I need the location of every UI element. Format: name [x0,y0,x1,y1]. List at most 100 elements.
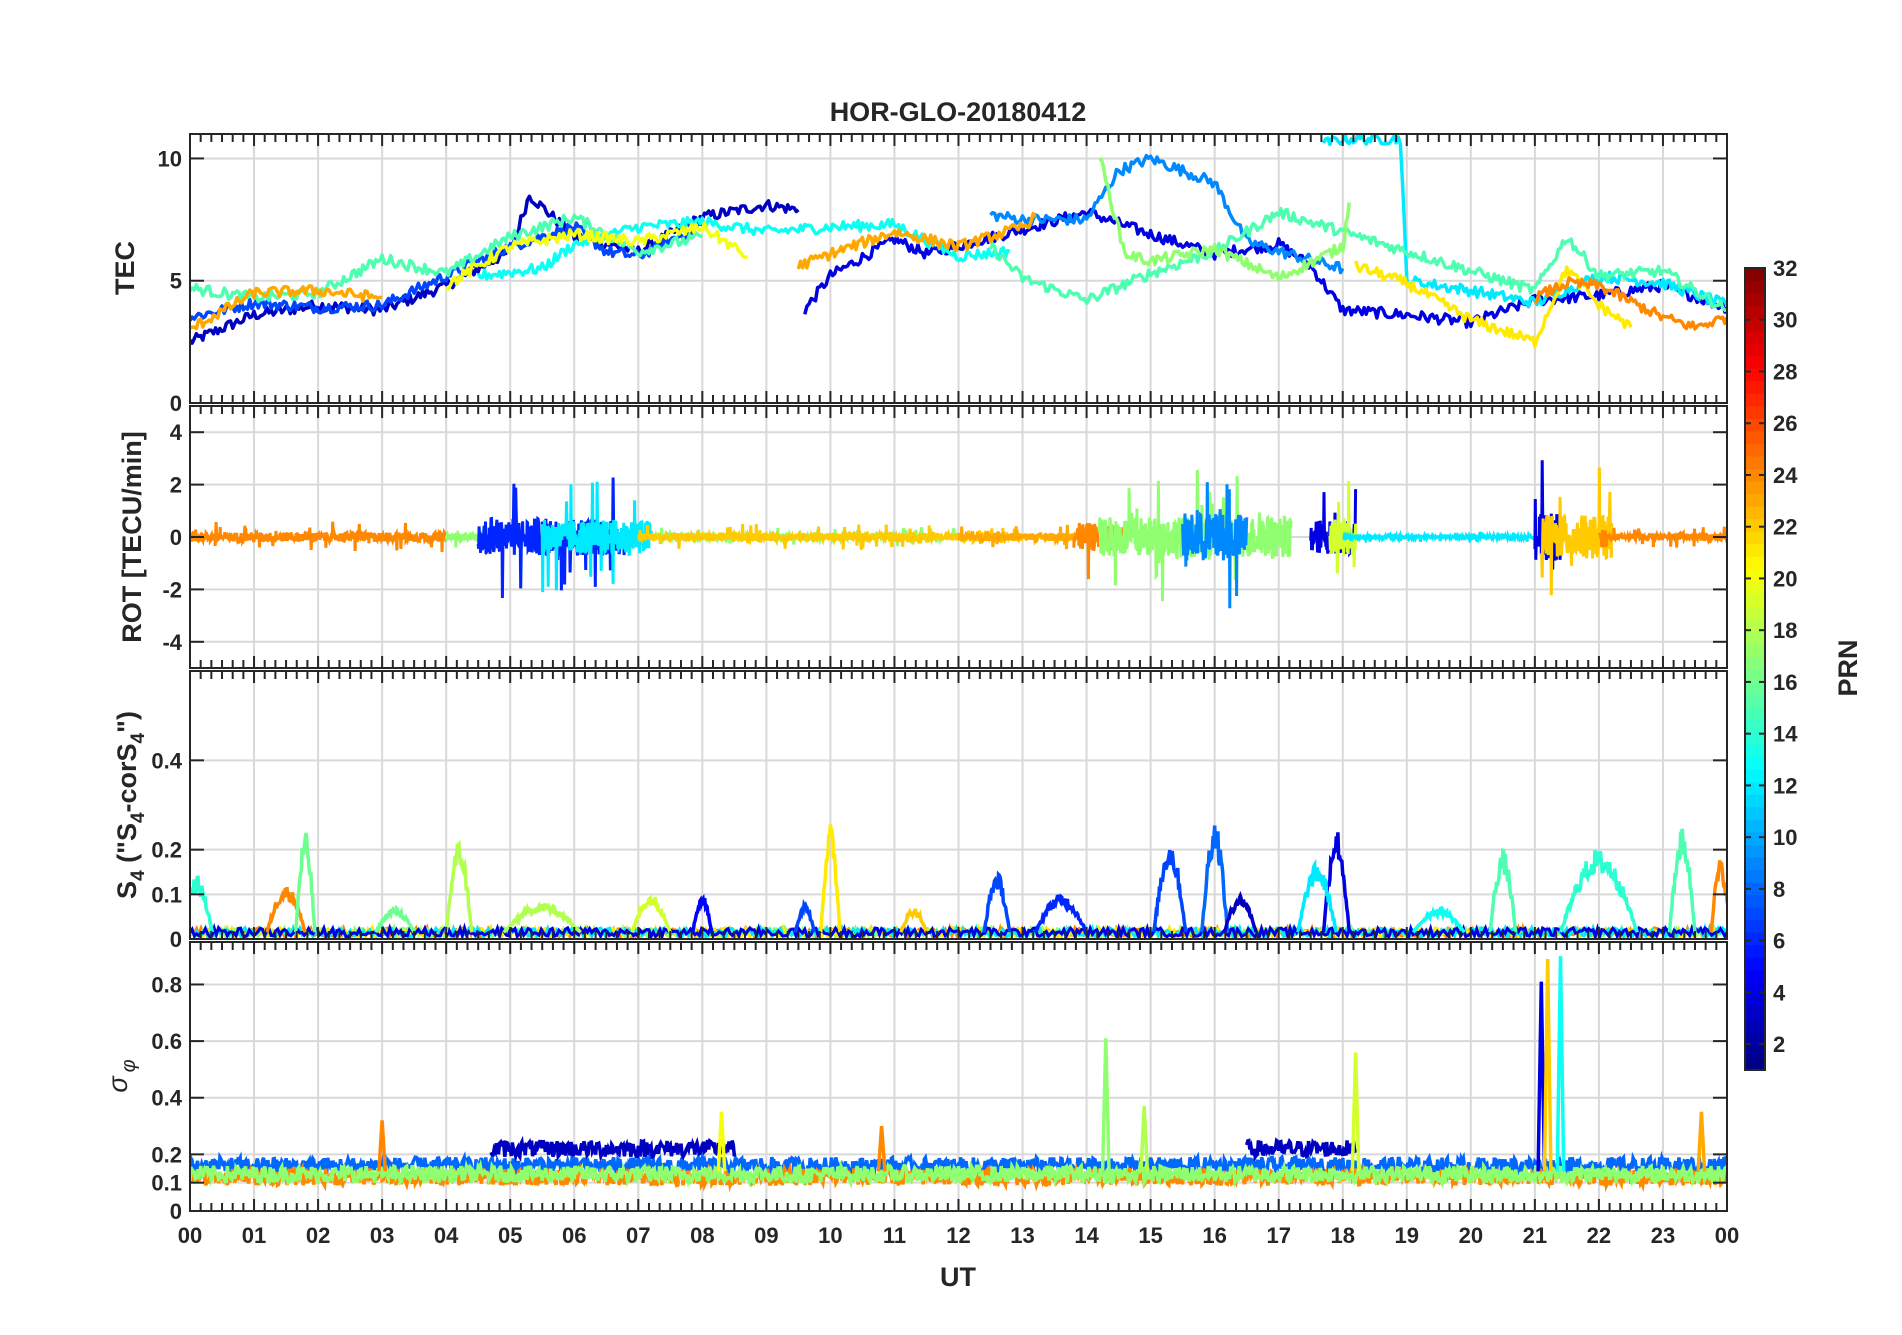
colorbar-band [1745,268,1765,282]
colorbar-tick-label: 30 [1773,308,1797,333]
colorbar-band [1745,831,1765,845]
colorbar-band [1745,907,1765,921]
colorbar-band [1745,706,1765,720]
colorbar-tick-label: 10 [1773,825,1797,850]
x-tick-label: 03 [370,1223,394,1248]
sigma-phi-subscript: φ [118,1059,140,1072]
x-tick-label: 20 [1459,1223,1483,1248]
colorbar-band [1745,944,1765,958]
x-tick-label: 08 [690,1223,714,1248]
colorbar-band [1745,919,1765,933]
s4-label-close: ") [112,711,142,733]
colorbar-band [1745,455,1765,469]
colorbar-tick-label: 4 [1773,980,1786,1005]
colorbar-tick-label: 16 [1773,670,1797,695]
colorbar-band [1745,631,1765,645]
colorbar-band [1745,794,1765,808]
s4-y-tick-label: 0 [170,927,182,952]
colorbar-title: PRN [1833,639,1863,696]
colorbar-band [1745,518,1765,532]
x-tick-label: 13 [1010,1223,1034,1248]
sigma-phi-spike [1555,956,1566,1172]
x-tick-label: 09 [754,1223,778,1248]
colorbar-tick-label: 12 [1773,773,1797,798]
sigma-phi-spike [1100,1038,1111,1172]
x-tick-label: 23 [1651,1223,1675,1248]
colorbar-band [1745,506,1765,520]
x-tick-label: 04 [434,1223,459,1248]
colorbar-band [1745,769,1765,783]
s4-y-tick-label: 0.1 [151,882,182,907]
colorbar-tick-label: 14 [1773,722,1798,747]
colorbar-band [1745,330,1765,344]
x-tick-label: 21 [1523,1223,1547,1248]
colorbar-band [1745,543,1765,557]
colorbar-band [1745,293,1765,307]
colorbar-band [1745,343,1765,357]
colorbar-band [1745,669,1765,683]
sigma_phi-y-tick-label: 0.2 [151,1142,182,1167]
colorbar-band [1745,856,1765,870]
colorbar-band [1745,606,1765,620]
x-tick-label: 02 [306,1223,330,1248]
colorbar-band [1745,781,1765,795]
colorbar-band [1745,568,1765,582]
x-tick-label: 11 [883,1223,906,1248]
rot-y-tick-label: 0 [170,525,182,550]
x-tick-label: 00 [178,1223,202,1248]
s4-y-tick-label: 0.4 [151,748,182,773]
colorbar-band [1745,719,1765,733]
colorbar-tick-label: 28 [1773,359,1797,384]
colorbar-tick-label: 32 [1773,256,1797,281]
colorbar-band [1745,819,1765,833]
tec-y-tick-label: 5 [170,269,182,294]
s4-series-line [1152,849,1188,933]
x-tick-label: 01 [242,1223,266,1248]
chart-figure: HOR-GLO-20180412 0 5 10 -4 -2 0 2 4 0 0.1 0.2 0.4 0 0… [0,0,1902,1330]
colorbar-band [1745,556,1765,570]
colorbar-band [1745,1044,1765,1058]
colorbar-band [1745,806,1765,820]
sigma_phi-y-tick-label: 0.8 [151,972,182,997]
s4-series-line [190,875,215,933]
s4-series-line [1488,847,1518,933]
colorbar-band [1745,694,1765,708]
x-axis-title: UT [940,1262,976,1292]
colorbar-tick-label: 20 [1773,566,1797,591]
sigma-phi-axis-title: σφ [103,1059,140,1092]
x-tick-label: 18 [1331,1223,1355,1248]
colorbar-band [1745,355,1765,369]
colorbar-band [1745,593,1765,607]
colorbar-band [1745,305,1765,319]
colorbar-band [1745,957,1765,971]
sigma_phi-y-tick-label: 0.4 [151,1086,182,1111]
sigma-phi-series-line [1245,1137,1358,1162]
colorbar-band [1745,443,1765,457]
colorbar-band [1745,531,1765,545]
x-tick-label: 07 [626,1223,650,1248]
colorbar-band [1745,1019,1765,1033]
colorbar-band [1745,380,1765,394]
x-tick-label: 10 [818,1223,842,1248]
colorbar-band [1745,280,1765,294]
s4-subscript-3: 4 [128,732,149,743]
colorbar-band [1745,869,1765,883]
colorbar-band [1745,493,1765,507]
colorbar-band [1745,994,1765,1008]
rot-y-tick-label: -4 [162,630,182,655]
rot-y-tick-label: -2 [162,577,182,602]
colorbar-tick-label: 24 [1773,463,1798,488]
colorbar-band [1745,969,1765,983]
colorbar-tick-label: 8 [1773,877,1785,902]
x-tick-label: 06 [562,1223,586,1248]
colorbar-tick-label: 6 [1773,929,1785,954]
x-tick-label: 19 [1395,1223,1419,1248]
colorbar-band [1745,756,1765,770]
colorbar-band [1745,405,1765,419]
colorbar-tick-label: 22 [1773,515,1797,540]
x-tick-label: 16 [1202,1223,1226,1248]
colorbar-band [1745,844,1765,858]
x-tick-label: 12 [946,1223,970,1248]
colorbar-band [1745,932,1765,946]
colorbar-tick-label: 18 [1773,618,1797,643]
